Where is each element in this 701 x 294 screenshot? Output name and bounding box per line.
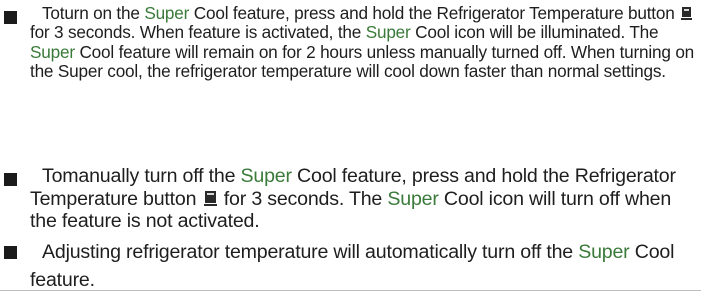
super-highlight: Super	[387, 187, 439, 210]
refrigerator-temperature-button-icon	[681, 7, 693, 20]
refrigerator-temperature-button-icon	[203, 190, 217, 206]
text-segment: for 3 seconds. When feature is activated…	[30, 22, 366, 43]
instruction-text: Toturn on the Super Cool feature, press …	[30, 3, 697, 81]
square-bullet-icon	[4, 246, 17, 259]
super-highlight: Super	[240, 165, 292, 187]
text-segment: Cool icon will be illuminated. The	[410, 22, 659, 43]
text-segment: Tomanually turn off the	[42, 165, 241, 187]
super-highlight: Super	[578, 241, 630, 263]
text-segment: Cool feature, press and hold the Refrige…	[189, 3, 680, 23]
text-segment: Toturn on the	[42, 3, 145, 23]
square-bullet-icon	[4, 11, 17, 24]
square-bullet-icon	[4, 173, 17, 186]
super-highlight: Super	[30, 41, 75, 62]
text-segment: Adjusting refrigerator temperature will …	[42, 241, 579, 263]
instruction-text: Tomanually turn off the Super Cool featu…	[30, 165, 697, 233]
text-segment: Cool feature will remain on for 2 hours …	[30, 41, 695, 81]
text-segment: for 3 seconds. The	[218, 187, 388, 210]
super-highlight: Super	[144, 3, 190, 23]
instruction-text: Adjusting refrigerator temperature will …	[30, 238, 697, 294]
super-highlight: Super	[365, 22, 411, 43]
bottom-divider	[0, 290, 701, 291]
